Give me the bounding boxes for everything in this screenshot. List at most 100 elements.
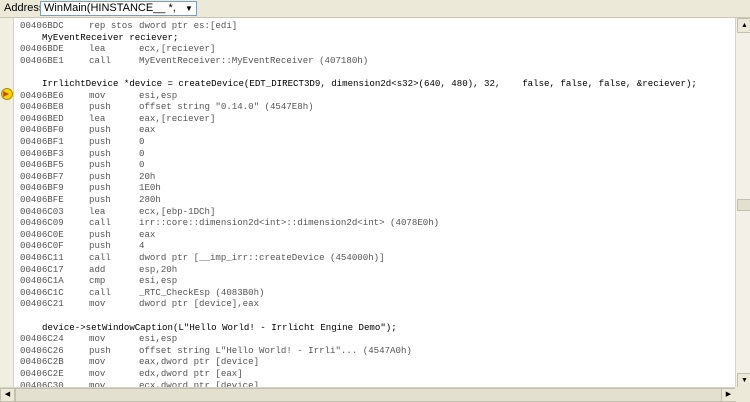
instruction-address: 00406BF1 bbox=[20, 136, 64, 147]
instruction-address: 00406C26 bbox=[20, 344, 64, 356]
instruction-address: 00406C11 bbox=[20, 252, 64, 263]
instruction-mnemonic: call bbox=[89, 217, 111, 229]
scroll-right-arrow-icon[interactable]: ▶ bbox=[721, 388, 736, 402]
instruction-operands: esi,esp bbox=[139, 275, 178, 287]
instruction-operands: eax bbox=[139, 124, 156, 136]
instruction-operands: dword ptr es:[edi] bbox=[139, 20, 238, 31]
instruction-mnemonic: lea bbox=[89, 112, 106, 124]
address-combobox[interactable]: WinMain(HINSTANCE__ *, HINSTANC ▼ bbox=[40, 1, 197, 16]
instruction-mnemonic: mov bbox=[89, 379, 106, 387]
instruction-mnemonic: mov bbox=[89, 333, 106, 345]
instruction-address: 00406BE6 bbox=[20, 89, 64, 101]
instruction-address: 00406BDE bbox=[20, 43, 64, 55]
instruction-operands: edx,dword ptr [eax] bbox=[139, 368, 243, 379]
instruction-operands: ecx,[ebp-1DCh] bbox=[139, 205, 216, 217]
instruction-address: 00406C2B bbox=[20, 356, 64, 368]
instruction-mnemonic: call bbox=[89, 252, 111, 263]
source-text: MyEventReceiver reciever; bbox=[42, 31, 179, 43]
address-bar: Address: WinMain(HINSTANCE__ *, HINSTANC… bbox=[0, 0, 750, 18]
instruction-mnemonic: push bbox=[89, 170, 111, 182]
instruction-address: 00406C09 bbox=[20, 217, 64, 229]
horizontal-scrollbar[interactable]: ◀ ▶ bbox=[0, 387, 736, 402]
instruction-address: 00406BF0 bbox=[20, 124, 64, 136]
instruction-address: 00406BE8 bbox=[20, 101, 64, 113]
vertical-scrollbar[interactable]: ▲ ▼ bbox=[735, 18, 750, 388]
instruction-address: 00406C17 bbox=[20, 263, 64, 275]
disassembly-view[interactable]: 00406BDC rep stos dword ptr es:[edi] MyEven… bbox=[14, 18, 735, 387]
address-value[interactable]: WinMain(HINSTANCE__ *, HINSTANC bbox=[44, 2, 179, 15]
instruction-mnemonic: cmp bbox=[89, 275, 106, 287]
instruction-address: 00406BDC bbox=[20, 20, 64, 31]
instruction-mnemonic: push bbox=[89, 136, 111, 147]
instruction-mnemonic: mov bbox=[89, 298, 106, 310]
instruction-operands: 20h bbox=[139, 170, 156, 182]
instruction-operands: MyEventReceiver::MyEventReceiver (407180… bbox=[139, 54, 369, 66]
source-text: device->setWindowCaption(L"Hello World! … bbox=[42, 321, 397, 333]
instruction-operands: 0 bbox=[139, 159, 145, 171]
instruction-mnemonic: add bbox=[89, 263, 106, 275]
instruction-address: 00406C2E bbox=[20, 368, 64, 379]
source-text: IrrlichtDevice *device = createDevice(ED… bbox=[42, 78, 697, 89]
instruction-operands: offset string "0.14.0" (4547E8h) bbox=[139, 101, 314, 113]
instruction-address: 00406C21 bbox=[20, 298, 64, 310]
instruction-mnemonic: rep stos bbox=[89, 20, 133, 31]
instruction-address: 00406BF5 bbox=[20, 159, 64, 171]
instruction-operands: 0 bbox=[139, 136, 145, 147]
instruction-address: 00406BF3 bbox=[20, 147, 64, 159]
instruction-address: 00406C0E bbox=[20, 228, 64, 240]
instruction-address: 00406C0F bbox=[20, 240, 64, 252]
instruction-operands: 280h bbox=[139, 194, 161, 205]
instruction-address: 00406BF7 bbox=[20, 170, 64, 182]
instruction-mnemonic: mov bbox=[89, 368, 106, 379]
instruction-address: 00406BED bbox=[20, 112, 64, 124]
breakpoint-gutter[interactable] bbox=[0, 18, 14, 387]
instruction-address: 00406BE1 bbox=[20, 54, 64, 66]
chevron-down-icon[interactable]: ▼ bbox=[183, 2, 195, 15]
instruction-operands: 1E0h bbox=[139, 182, 161, 194]
instruction-mnemonic: call bbox=[89, 54, 111, 66]
instruction-mnemonic: mov bbox=[89, 356, 106, 368]
instruction-mnemonic: push bbox=[89, 147, 111, 159]
instruction-operands: 0 bbox=[139, 147, 145, 159]
instruction-mnemonic: push bbox=[89, 194, 111, 205]
vertical-scroll-thumb[interactable] bbox=[737, 199, 750, 211]
instruction-operands: eax bbox=[139, 228, 156, 240]
instruction-mnemonic: push bbox=[89, 124, 111, 136]
instruction-operands: ecx,dword ptr [device] bbox=[139, 379, 260, 387]
scrollbar-corner bbox=[735, 387, 750, 401]
instruction-operands: eax,[reciever] bbox=[139, 112, 216, 124]
instruction-mnemonic: lea bbox=[89, 43, 106, 55]
instruction-mnemonic: push bbox=[89, 344, 111, 356]
instruction-operands: ecx,[reciever] bbox=[139, 43, 216, 55]
current-instruction-arrow-icon bbox=[1, 88, 13, 100]
instruction-address: 00406C1A bbox=[20, 275, 64, 287]
instruction-mnemonic: push bbox=[89, 101, 111, 113]
instruction-mnemonic: lea bbox=[89, 205, 106, 217]
horizontal-scroll-thumb[interactable] bbox=[15, 388, 722, 402]
instruction-address: 00406C03 bbox=[20, 205, 64, 217]
instruction-mnemonic: mov bbox=[89, 89, 106, 101]
instruction-operands: 4 bbox=[139, 240, 145, 252]
instruction-address: 00406C30 bbox=[20, 379, 64, 387]
scroll-down-arrow-icon[interactable]: ▼ bbox=[737, 373, 750, 388]
scroll-up-arrow-icon[interactable]: ▲ bbox=[737, 18, 750, 33]
instruction-address: 00406BFE bbox=[20, 194, 64, 205]
instruction-operands: esp,20h bbox=[139, 263, 178, 275]
scroll-left-arrow-icon[interactable]: ◀ bbox=[0, 388, 15, 402]
instruction-operands: offset string L"Hello World! - Irrli"...… bbox=[139, 344, 412, 356]
instruction-mnemonic: push bbox=[89, 240, 111, 252]
instruction-operands: dword ptr [__imp_irr::createDevice (4540… bbox=[139, 252, 385, 263]
instruction-mnemonic: push bbox=[89, 182, 111, 194]
instruction-operands: eax,dword ptr [device] bbox=[139, 356, 260, 368]
instruction-operands: esi,esp bbox=[139, 89, 178, 101]
instruction-operands: _RTC_CheckEsp (4083B0h) bbox=[139, 286, 265, 298]
instruction-operands: dword ptr [device],eax bbox=[139, 298, 260, 310]
instruction-operands: irr::core::dimension2d<int>::dimension2d… bbox=[139, 217, 440, 229]
instruction-address: 00406BF9 bbox=[20, 182, 64, 194]
instruction-mnemonic: push bbox=[89, 159, 111, 171]
instruction-operands: esi,esp bbox=[139, 333, 178, 345]
instruction-mnemonic: call bbox=[89, 286, 111, 298]
instruction-address: 00406C1C bbox=[20, 286, 64, 298]
instruction-address: 00406C24 bbox=[20, 333, 64, 345]
instruction-mnemonic: push bbox=[89, 228, 111, 240]
